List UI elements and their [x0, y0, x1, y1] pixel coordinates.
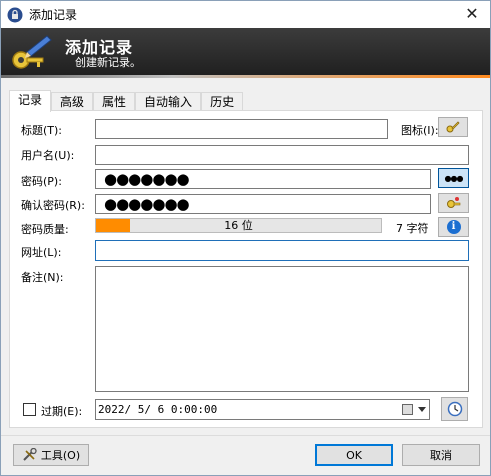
icon-picker-button[interactable] — [438, 117, 468, 137]
banner-accent-stripe — [1, 75, 490, 78]
confirm-password-mask: ●●●●●●● — [104, 195, 190, 213]
tab-entry[interactable]: 记录 — [9, 90, 52, 112]
clock-icon — [447, 401, 462, 417]
expire-label: 过期(E): — [41, 405, 83, 418]
banner: 添加记录 创建新记录。 — [1, 28, 490, 78]
expire-checkbox[interactable] — [23, 403, 36, 416]
password-generator-button[interactable] — [438, 193, 469, 213]
url-input[interactable] — [95, 240, 469, 261]
expire-presets-button[interactable] — [441, 397, 468, 421]
show-password-toggle[interactable]: ●●● — [438, 168, 469, 188]
key-pencil-icon — [12, 35, 52, 69]
password-label: 密码(P): — [21, 175, 62, 188]
expire-date-value: 2022/ 5/ 6 0:00:00 — [98, 403, 218, 416]
password-quality-text: 16 位 — [224, 219, 253, 232]
title-label: 标题(T): — [21, 124, 63, 137]
keepass-lock-icon — [7, 7, 23, 22]
password-quality-bar: 16 位 — [95, 218, 382, 233]
calendar-icon — [402, 404, 413, 415]
confirm-password-label: 确认密码(R): — [21, 199, 85, 212]
tab-history[interactable]: 历史 — [201, 92, 244, 112]
notes-label: 备注(N): — [21, 271, 64, 284]
quality-label: 密码质量: — [21, 223, 69, 236]
username-label: 用户名(U): — [21, 149, 75, 162]
info-icon: i — [446, 220, 461, 234]
tools-button[interactable]: 工具(O) — [13, 444, 89, 466]
tab-advanced[interactable]: 高级 — [51, 92, 94, 112]
key-icon — [446, 121, 460, 133]
tools-label: 工具(O) — [40, 449, 81, 462]
icon-label: 图标(I): — [401, 124, 439, 137]
quality-info-button[interactable]: i — [438, 217, 469, 237]
url-label: 网址(L): — [21, 246, 62, 259]
password-mask: ●●●●●●● — [104, 170, 190, 188]
add-entry-dialog: 添加记录 ✕ 添加记录 创建新记录。 记录 高级 属性 自动输入 历史 标题(T… — [0, 0, 491, 476]
tools-icon — [23, 448, 37, 461]
tab-strip: 记录 高级 属性 自动输入 历史 — [9, 90, 244, 112]
cancel-button[interactable]: 取消 — [402, 444, 480, 466]
ok-button[interactable]: OK — [315, 444, 393, 466]
window-title: 添加记录 — [29, 8, 78, 22]
confirm-password-input[interactable]: ●●●●●●● — [95, 194, 431, 214]
key-generator-icon — [446, 197, 460, 208]
banner-subtitle: 创建新记录。 — [75, 56, 141, 69]
dots-icon: ●●● — [444, 173, 464, 183]
tab-properties[interactable]: 属性 — [93, 92, 136, 112]
chevron-down-icon — [418, 407, 426, 412]
char-count: 7 字符 — [396, 222, 429, 235]
password-input[interactable]: ●●●●●●● — [95, 169, 431, 189]
notes-textarea[interactable] — [95, 266, 469, 392]
expire-date-picker[interactable]: 2022/ 5/ 6 0:00:00 — [95, 399, 430, 420]
username-input[interactable] — [95, 145, 469, 165]
close-icon[interactable]: ✕ — [460, 3, 484, 25]
title-input[interactable] — [95, 119, 388, 139]
title-bar: 添加记录 ✕ — [1, 1, 490, 28]
footer-separator — [1, 435, 490, 436]
tab-auto-type[interactable]: 自动输入 — [135, 92, 202, 112]
